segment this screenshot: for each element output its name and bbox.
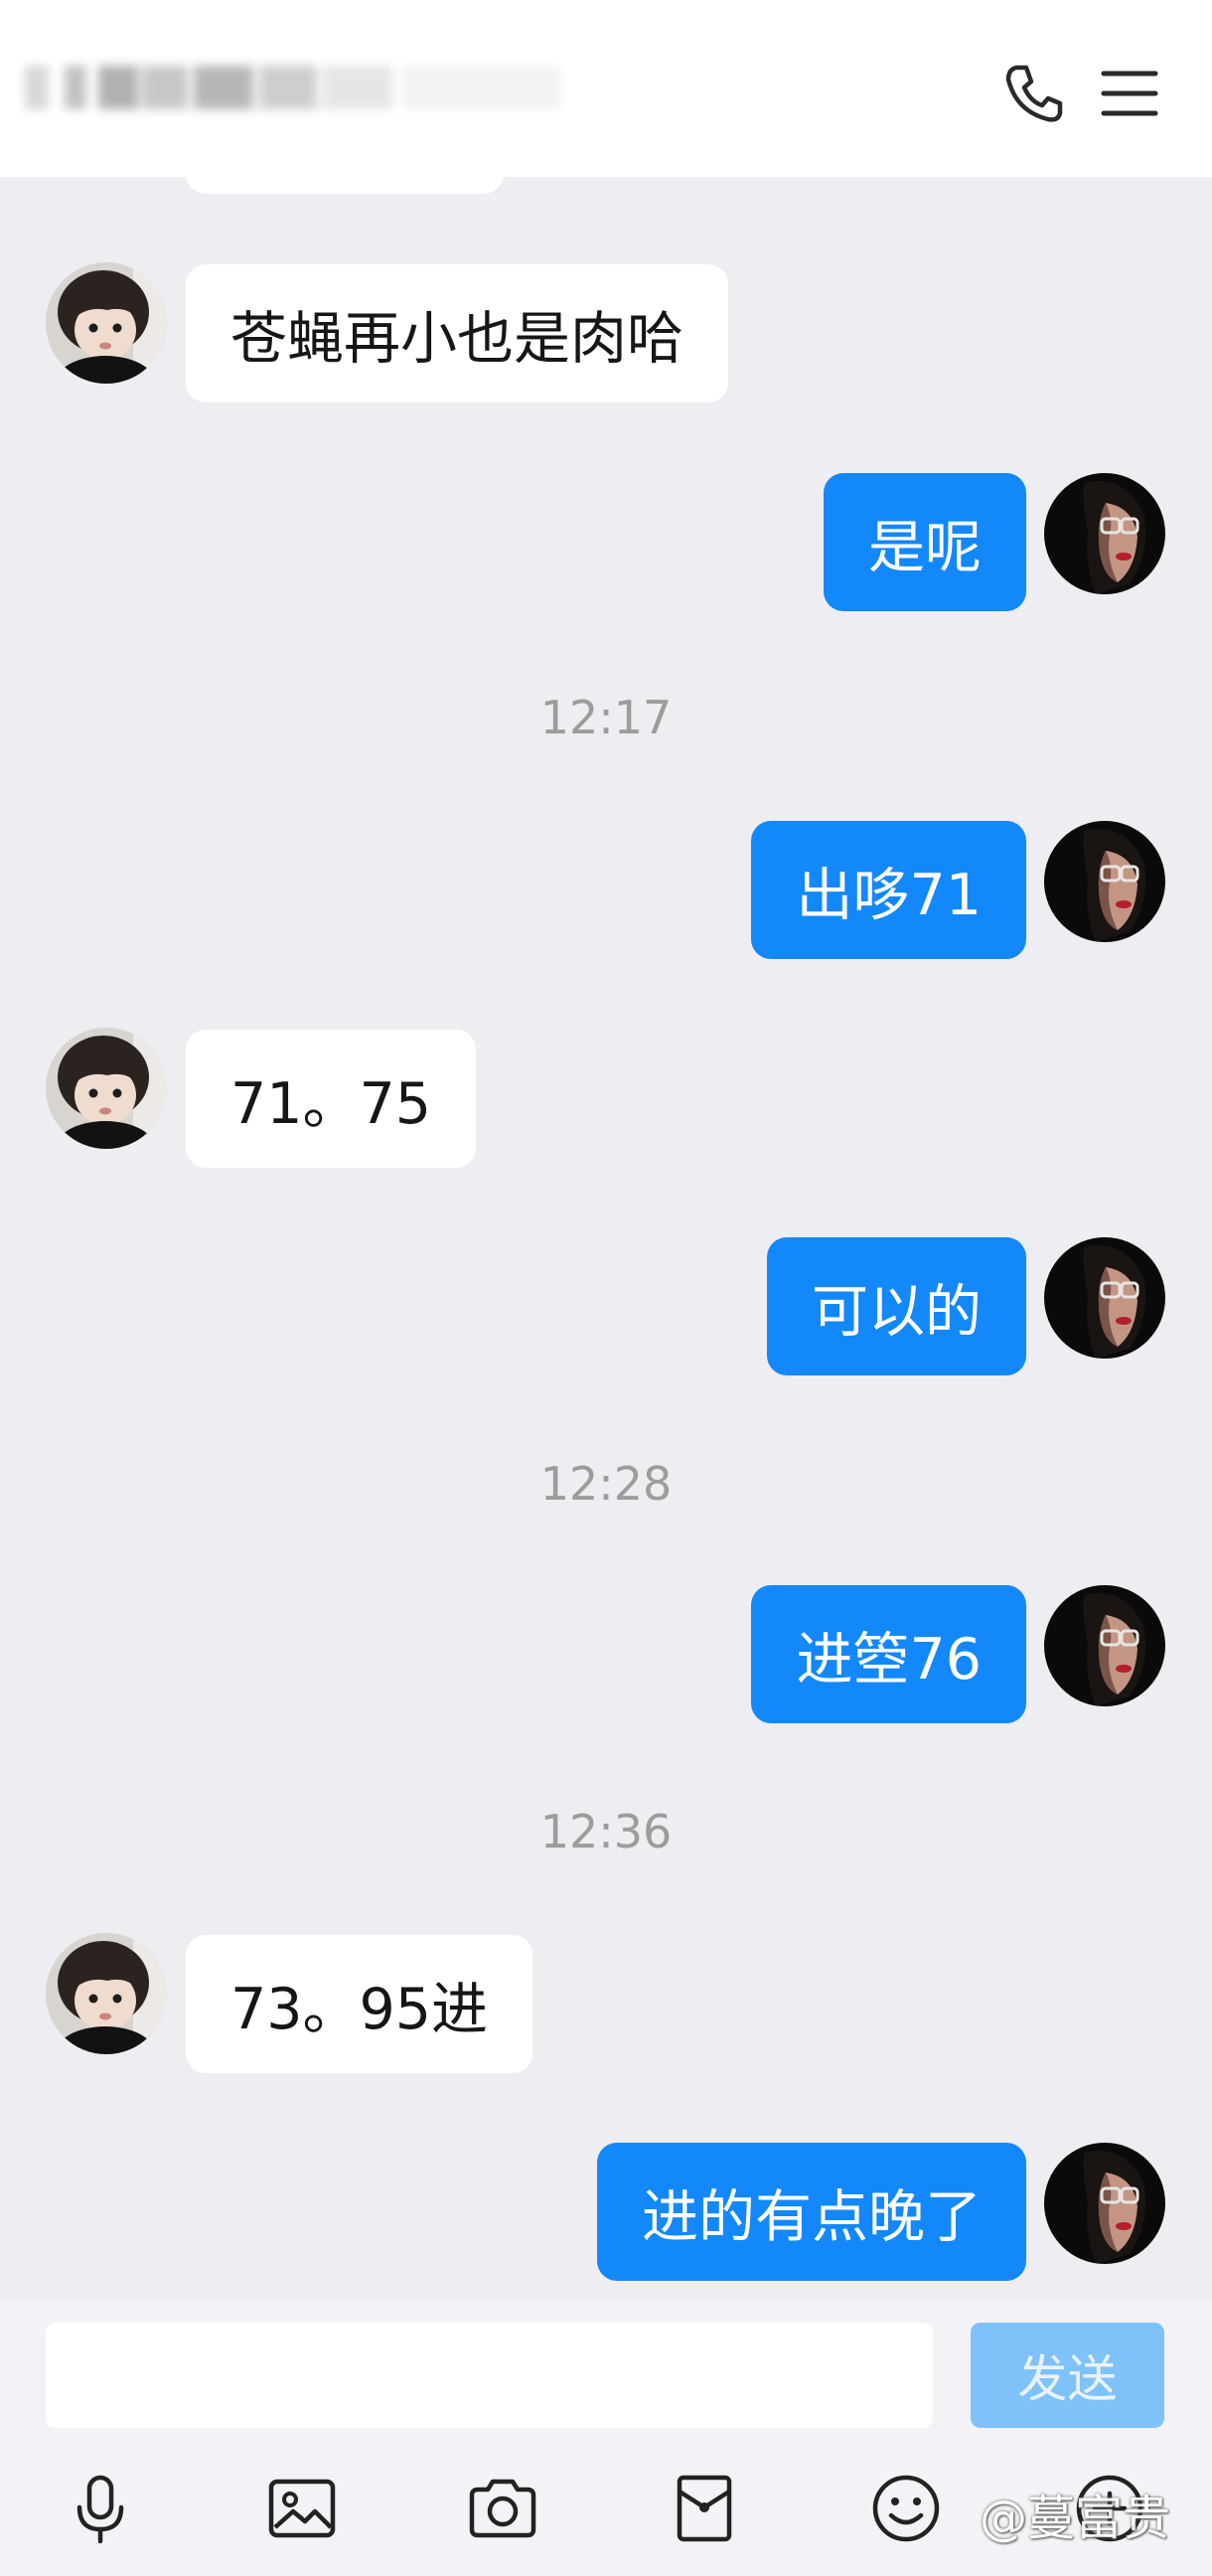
- emoji-icon[interactable]: [867, 2470, 945, 2547]
- microphone-icon[interactable]: [62, 2470, 139, 2547]
- my-avatar[interactable]: [1044, 1585, 1165, 1706]
- message-bubble[interactable]: 可以的: [767, 1237, 1026, 1375]
- watermark: @蔓富贵: [980, 2491, 1171, 2546]
- message-row: 进的有点晚了: [0, 2143, 1212, 2281]
- timestamp: 12:36: [539, 1805, 673, 1858]
- message-bubble[interactable]: 71。75: [186, 1030, 477, 1168]
- my-avatar[interactable]: [1044, 2143, 1165, 2264]
- message-row: 73。95进: [0, 1935, 1212, 2073]
- message-bubble[interactable]: 是呢: [824, 473, 1026, 611]
- message-row: 71。75: [0, 1030, 1212, 1168]
- message-row: 苍蝇再小也是肉哈: [0, 264, 1212, 402]
- composer-bar: 发送 @蔓富贵: [0, 2300, 1212, 2576]
- camera-icon[interactable]: [464, 2470, 541, 2547]
- my-avatar[interactable]: [1044, 1237, 1165, 1359]
- red-packet-icon[interactable]: [666, 2470, 743, 2547]
- timestamp: 12:28: [539, 1457, 673, 1511]
- message-bubble[interactable]: 进箜76: [751, 1585, 1026, 1723]
- contact-avatar[interactable]: [46, 1028, 167, 1149]
- contact-avatar[interactable]: [46, 262, 167, 384]
- message-row: 可以的: [0, 1237, 1212, 1375]
- message-bubble[interactable]: 出哆71: [751, 821, 1026, 959]
- timestamp: 12:17: [539, 691, 673, 744]
- my-avatar[interactable]: [1044, 821, 1165, 942]
- message-input[interactable]: [46, 2323, 933, 2428]
- my-avatar[interactable]: [1044, 473, 1165, 594]
- message-row: 出哆71: [0, 821, 1212, 959]
- message-bubble[interactable]: 苍蝇再小也是肉哈: [186, 264, 728, 402]
- phone-icon[interactable]: [1002, 62, 1066, 125]
- contact-name-redacted: [25, 46, 566, 129]
- image-icon[interactable]: [263, 2470, 341, 2547]
- message-bubble[interactable]: 73。95进: [186, 1935, 533, 2073]
- chat-header: [0, 0, 1212, 177]
- message-row: 进箜76: [0, 1585, 1212, 1723]
- menu-icon[interactable]: [1098, 62, 1161, 125]
- message-row: 是呢: [0, 473, 1212, 611]
- contact-avatar[interactable]: [46, 1933, 167, 2054]
- send-button[interactable]: 发送: [971, 2323, 1164, 2428]
- message-bubble[interactable]: 进的有点晚了: [597, 2143, 1026, 2281]
